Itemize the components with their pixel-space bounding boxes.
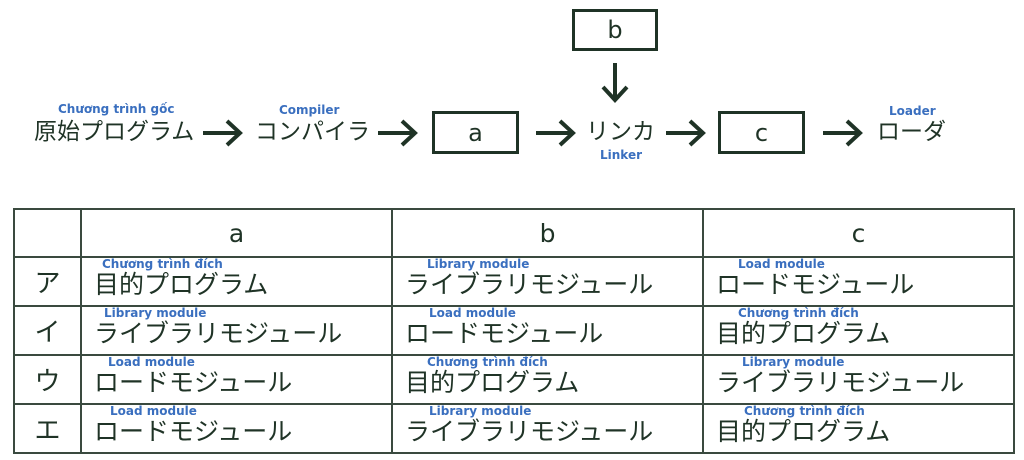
cell-note: Chương trình đích	[738, 306, 859, 320]
cell-note: Library module	[742, 355, 845, 369]
arrow-right-icon	[203, 119, 243, 147]
table-cell: Chương trình đích 目的プログラム	[80, 256, 393, 307]
row-label: エ	[13, 403, 82, 454]
table-row: エ Load module ロードモジュール Library module ライ…	[13, 403, 1015, 454]
row-label: ア	[13, 256, 82, 307]
box-b: b	[572, 9, 658, 51]
table-cell: Load module ロードモジュール	[80, 403, 393, 454]
row-label: イ	[13, 305, 82, 356]
table-cell: Chương trình đích 目的プログラム	[702, 403, 1015, 454]
arrow-right-icon	[823, 119, 863, 147]
loader-note: Loader	[889, 104, 936, 118]
cell-text: ライブラリモジュール	[716, 368, 965, 397]
cell-note: Load module	[738, 257, 825, 271]
header-cell-c: c	[702, 208, 1015, 258]
table-row: ア Chương trình đích 目的プログラム Library modu…	[13, 256, 1015, 307]
answer-table: a b c ア Chương trình đích 目的プログラム Librar…	[13, 208, 1015, 454]
cell-note: Load module	[108, 355, 195, 369]
cell-text: ライブラリモジュール	[94, 319, 343, 348]
loader-label: ローダ	[877, 119, 946, 145]
header-cell-b: b	[391, 208, 704, 258]
cell-note: Library module	[427, 257, 530, 271]
table-cell: Library module ライブラリモジュール	[702, 354, 1015, 405]
header-cell-empty	[13, 208, 82, 258]
box-c: c	[718, 111, 805, 154]
cell-text: ロードモジュール	[94, 417, 293, 446]
source-program-label: 原始プログラム	[34, 119, 195, 145]
table-cell: Chương trình đích 目的プログラム	[391, 354, 704, 405]
arrow-down-icon	[601, 63, 629, 103]
compiler-note: Compiler	[279, 103, 340, 117]
row-label: ウ	[13, 354, 82, 405]
cell-note: Chương trình đích	[102, 257, 223, 271]
cell-text: ライブラリモジュール	[405, 417, 654, 446]
header-cell-a: a	[80, 208, 393, 258]
cell-note: Library module	[429, 404, 532, 418]
table-header-row: a b c	[13, 208, 1015, 258]
cell-note: Library module	[104, 306, 207, 320]
cell-text: 目的プログラム	[716, 417, 891, 446]
arrow-right-icon	[378, 119, 418, 147]
cell-note: Chương trình đích	[427, 355, 548, 369]
compiler-label: コンパイラ	[255, 119, 370, 145]
cell-note: Load module	[110, 404, 197, 418]
cell-text: 目的プログラム	[405, 368, 580, 397]
arrow-right-icon	[536, 119, 576, 147]
table-cell: Library module ライブラリモジュール	[80, 305, 393, 356]
cell-text: ロードモジュール	[716, 270, 915, 299]
arrow-right-icon	[666, 119, 706, 147]
linker-note: Linker	[600, 148, 643, 162]
table-cell: Library module ライブラリモジュール	[391, 403, 704, 454]
table-row: イ Library module ライブラリモジュール Load module …	[13, 305, 1015, 356]
table-cell: Load module ロードモジュール	[702, 256, 1015, 307]
cell-text: ロードモジュール	[405, 319, 604, 348]
table-cell: Load module ロードモジュール	[80, 354, 393, 405]
linker-label: リンカ	[586, 119, 655, 145]
cell-note: Load module	[429, 306, 516, 320]
cell-text: 目的プログラム	[716, 319, 891, 348]
table-row: ウ Load module ロードモジュール Chương trình đích…	[13, 354, 1015, 405]
table-cell: Chương trình đích 目的プログラム	[702, 305, 1015, 356]
cell-text: 目的プログラム	[94, 270, 269, 299]
cell-text: ライブラリモジュール	[405, 270, 654, 299]
table-cell: Library module ライブラリモジュール	[391, 256, 704, 307]
cell-note: Chương trình đích	[744, 404, 865, 418]
source-program-note: Chương trình gốc	[58, 102, 175, 116]
cell-text: ロードモジュール	[94, 368, 293, 397]
table-cell: Load module ロードモジュール	[391, 305, 704, 356]
box-a: a	[432, 111, 519, 154]
